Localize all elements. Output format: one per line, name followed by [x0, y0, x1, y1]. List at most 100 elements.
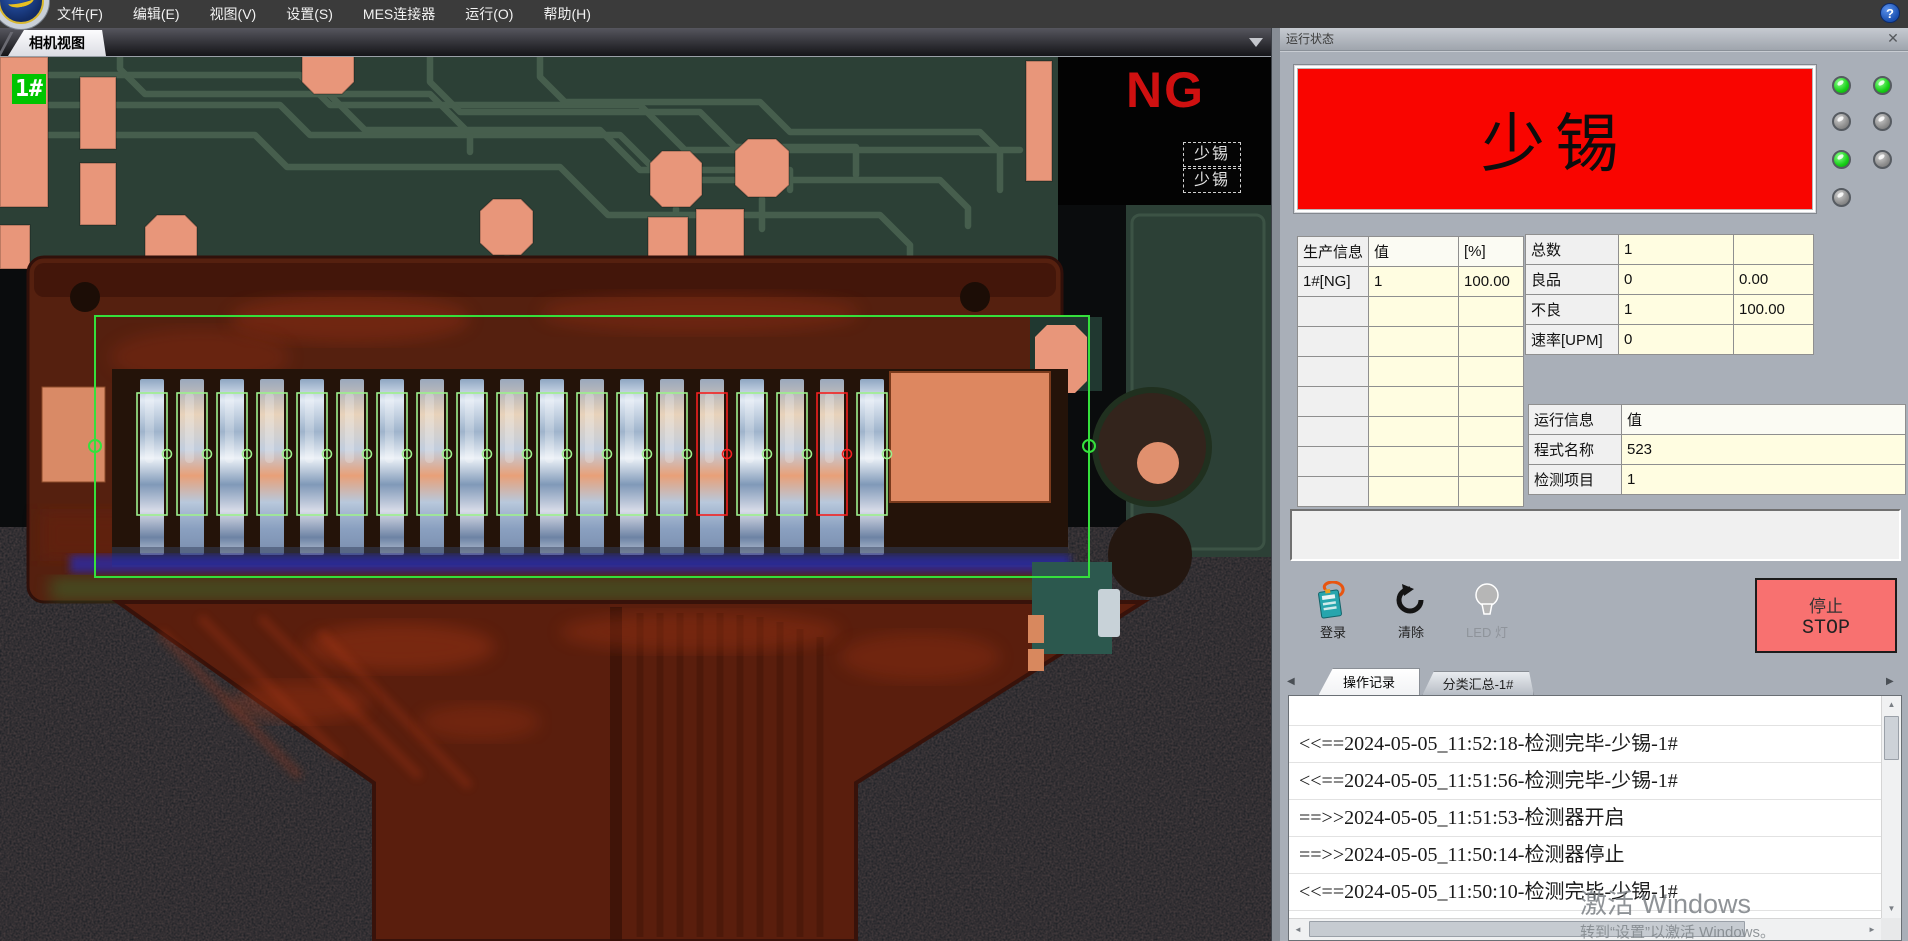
- table-row: [1298, 417, 1524, 447]
- stop-button[interactable]: 停止 STOP: [1755, 578, 1897, 653]
- table-row: [1298, 387, 1524, 417]
- cell: 检测项目: [1529, 465, 1622, 495]
- cell: 1: [1369, 267, 1459, 297]
- status-panel-titlebar: 运行状态 ✕: [1280, 28, 1908, 51]
- defect-tag: 少锡: [1183, 168, 1241, 193]
- led-indicator: [1873, 112, 1892, 131]
- help-icon[interactable]: ?: [1880, 3, 1900, 23]
- tab-camera-view[interactable]: 相机视图: [8, 30, 106, 56]
- cell: 1: [1619, 295, 1734, 325]
- tab-dropdown-icon[interactable]: [1249, 38, 1263, 47]
- table-row: 总数 1: [1526, 235, 1814, 265]
- cell: [1459, 387, 1524, 417]
- defect-tag: 少锡: [1183, 142, 1241, 167]
- cell: 100.00: [1459, 267, 1524, 297]
- result-banner-text: 少锡: [1481, 93, 1629, 185]
- panel-divider[interactable]: [1271, 28, 1280, 941]
- menu-file[interactable]: 文件(F): [42, 0, 118, 28]
- status-panel-title: 运行状态: [1286, 32, 1334, 46]
- cell: [1298, 357, 1369, 387]
- cell: [1459, 327, 1524, 357]
- column-header: 值: [1622, 405, 1906, 435]
- menu-view[interactable]: 视图(V): [195, 0, 272, 28]
- cell: 523: [1622, 435, 1906, 465]
- cell: [1369, 387, 1459, 417]
- menu-run[interactable]: 运行(O): [450, 0, 528, 28]
- scrollbar-corner: [1881, 918, 1901, 940]
- tab-scroll-right-icon[interactable]: ▶: [1886, 676, 1894, 687]
- scroll-right-icon[interactable]: ►: [1863, 919, 1881, 940]
- login-button[interactable]: 登录: [1298, 580, 1368, 641]
- close-icon[interactable]: ✕: [1884, 29, 1902, 47]
- table-header-row: 生产信息 值 [%]: [1298, 237, 1524, 267]
- table-row: 检测项目 1: [1529, 465, 1906, 495]
- tab-class-summary[interactable]: 分类汇总-1#: [1422, 671, 1534, 696]
- column-header: 运行信息: [1529, 405, 1622, 435]
- menu-help[interactable]: 帮助(H): [528, 0, 605, 28]
- cell: [1298, 477, 1369, 507]
- station-label: 1#: [12, 74, 46, 104]
- cell: [1369, 327, 1459, 357]
- led-button-label: LED 灯: [1452, 622, 1522, 641]
- scroll-left-icon[interactable]: ◄: [1289, 919, 1307, 940]
- menu-edit[interactable]: 编辑(E): [118, 0, 195, 28]
- menu-settings[interactable]: 设置(S): [271, 0, 348, 28]
- menu-mes-connector[interactable]: MES连接器: [348, 0, 450, 28]
- scroll-up-icon[interactable]: ▲: [1882, 696, 1901, 714]
- table-row: 良品 0 0.00: [1526, 265, 1814, 295]
- run-info-table: 运行信息 值 程式名称 523 检测项目 1: [1528, 404, 1906, 495]
- led-indicator: [1832, 76, 1851, 95]
- tab-operation-log[interactable]: 操作记录: [1318, 668, 1420, 696]
- cell: 0: [1619, 325, 1734, 355]
- result-ng-label: NG: [1126, 61, 1205, 119]
- cell: [1459, 447, 1524, 477]
- cell: 1: [1619, 235, 1734, 265]
- scrollbar-thumb[interactable]: [1884, 716, 1899, 760]
- blue-glow: [70, 555, 1070, 573]
- log-tab-strip: ◀ 操作记录 分类汇总-1# ▶: [1280, 667, 1908, 696]
- table-row: 程式名称 523: [1529, 435, 1906, 465]
- logo-globe: [0, 0, 44, 24]
- tab-scroll-left-icon[interactable]: ◀: [1287, 676, 1295, 687]
- message-box: [1290, 509, 1901, 561]
- status-panel: 少锡 生产信息 值 [%] 1#[NG] 1 100.00: [1280, 51, 1908, 941]
- table-row: 速率[UPM] 0: [1526, 325, 1814, 355]
- cell: [1369, 447, 1459, 477]
- scroll-down-icon[interactable]: ▼: [1882, 900, 1901, 918]
- clear-button[interactable]: 清除: [1376, 580, 1446, 641]
- cell: 0: [1619, 265, 1734, 295]
- result-banner-frame: 少锡: [1293, 64, 1817, 214]
- log-entry: <<==2024-05-05_11:51:56-检测完毕-少锡-1#: [1289, 763, 1881, 800]
- menu-bar: 文件(F) 编辑(E) 视图(V) 设置(S) MES连接器 运行(O) 帮助(…: [0, 0, 1908, 28]
- cell: 100.00: [1734, 295, 1814, 325]
- windows-activation-watermark-sub: 转到“设置”以激活 Windows。: [1580, 921, 1775, 941]
- stop-button-en: STOP: [1802, 617, 1850, 640]
- cell: [1369, 417, 1459, 447]
- led-light-button[interactable]: LED 灯: [1452, 580, 1522, 641]
- vertical-scrollbar[interactable]: ▲ ▼: [1881, 696, 1901, 918]
- led-indicator: [1873, 150, 1892, 169]
- table-row: 1#[NG] 1 100.00: [1298, 267, 1524, 297]
- cell: [1298, 297, 1369, 327]
- cell: 0.00: [1734, 265, 1814, 295]
- application-window: 文件(F) 编辑(E) 视图(V) 设置(S) MES连接器 运行(O) 帮助(…: [0, 0, 1908, 941]
- summary-table: 总数 1 良品 0 0.00 不良 1 100.00 速率[UPM] 0: [1525, 234, 1814, 355]
- windows-activation-watermark: 激活 Windows: [1580, 882, 1751, 921]
- table-row: [1298, 357, 1524, 387]
- cell: [1734, 325, 1814, 355]
- camera-tab-bar: 相机视图: [0, 28, 1271, 57]
- table-header-row: 运行信息 值: [1529, 405, 1906, 435]
- cell: 1: [1622, 465, 1906, 495]
- cell: [1369, 477, 1459, 507]
- cell: [1734, 235, 1814, 265]
- production-table: 生产信息 值 [%] 1#[NG] 1 100.00: [1297, 236, 1524, 507]
- cell: [1459, 357, 1524, 387]
- stop-button-cn: 停止: [1809, 592, 1843, 617]
- cell: [1369, 297, 1459, 327]
- via-circle: [1095, 390, 1209, 504]
- refresh-icon: [1376, 580, 1446, 620]
- table-row: [1298, 297, 1524, 327]
- led-indicator: [1873, 76, 1892, 95]
- cell: [1459, 417, 1524, 447]
- table-row: [1298, 447, 1524, 477]
